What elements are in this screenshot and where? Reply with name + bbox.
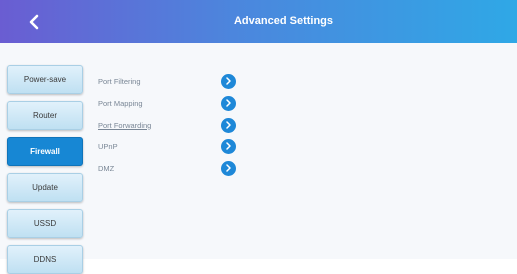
menu-item-port-mapping[interactable]: Port Mapping [98, 94, 243, 112]
page-title: Advanced Settings [233, 15, 334, 27]
chevron-right-circle-icon[interactable] [221, 117, 236, 133]
chevron-right-circle-icon[interactable] [221, 95, 236, 111]
sidebar-item-firewall[interactable]: Firewall [7, 137, 83, 166]
chevron-right-circle-icon[interactable] [221, 138, 236, 154]
chevron-left-icon [29, 14, 39, 30]
top-header-bar: Advanced Settings [0, 0, 517, 43]
chevron-right-circle-icon[interactable] [221, 160, 236, 176]
back-button[interactable] [20, 8, 48, 36]
menu-item-upnp[interactable]: UPnP [98, 137, 243, 155]
main-content: Power-save Router Firewall Update USSD D… [0, 43, 517, 274]
sidebar-item-ussd[interactable]: USSD [7, 209, 83, 238]
menu-item-port-filtering[interactable]: Port Filtering [98, 72, 243, 90]
menu-item-port-forwarding[interactable]: Port Forwarding [98, 116, 243, 134]
sidebar-item-router[interactable]: Router [7, 101, 83, 130]
sidebar-item-ddns[interactable]: DDNS [7, 245, 83, 274]
sidebar-item-power-save[interactable]: Power-save [7, 65, 83, 94]
sidebar-item-update[interactable]: Update [7, 173, 83, 202]
chevron-right-circle-icon[interactable] [221, 73, 236, 89]
menu-item-dmz[interactable]: DMZ [98, 159, 243, 177]
